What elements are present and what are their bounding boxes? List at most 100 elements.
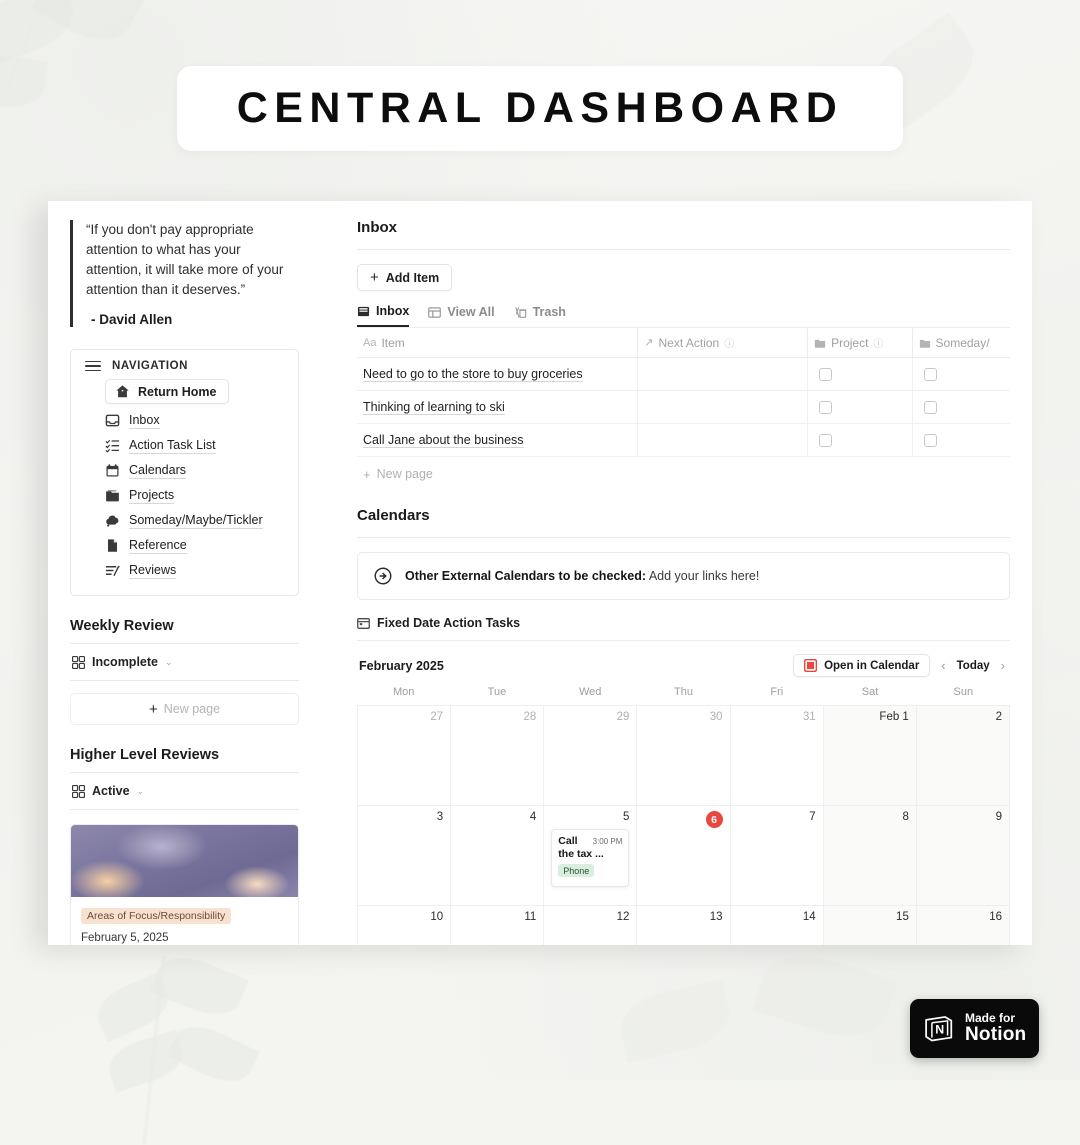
item-title: Need to go to the store to buy groceries <box>363 367 583 382</box>
column-header-project[interactable]: Project ⓘ <box>807 327 913 358</box>
higher-level-reviews-view-label: Active <box>92 784 130 798</box>
return-home-button[interactable]: Return Home <box>105 379 230 404</box>
cell-item[interactable]: Call Jane about the business <box>357 423 639 457</box>
sidebar-item-label: Action Task List <box>129 437 216 454</box>
table-new-page-button[interactable]: + New page <box>357 457 1010 491</box>
table-row[interactable]: Call Jane about the business <box>357 423 1010 457</box>
plus-icon: + <box>363 466 371 482</box>
calendar-icon <box>357 617 370 629</box>
calendar-day-cell[interactable]: 8 <box>823 806 917 906</box>
chevron-down-icon: ⌄ <box>165 656 173 667</box>
external-calendars-callout[interactable]: Other External Calendars to be checked: … <box>357 552 1010 600</box>
calendar-day-cell[interactable]: 28 <box>451 706 545 806</box>
cell-project[interactable] <box>807 390 913 424</box>
callout-text: Other External Calendars to be checked: … <box>405 569 759 583</box>
table-row[interactable]: Need to go to the store to buy groceries <box>357 357 1010 391</box>
higher-level-reviews-view-selector[interactable]: Active ⌄ <box>70 773 299 810</box>
chevron-down-icon: ⌄ <box>136 785 145 796</box>
next-month-button[interactable]: › <box>998 658 1008 673</box>
tab-view-all[interactable]: View All <box>428 304 495 327</box>
weekday-label: Fri <box>770 686 784 698</box>
sidebar-item-someday-maybe-tickler[interactable]: Someday/Maybe/Tickler <box>105 508 286 533</box>
sidebar-item-reviews[interactable]: Reviews <box>105 558 286 583</box>
someday-checkbox[interactable] <box>923 367 937 381</box>
arrow-right-circle-icon <box>374 567 392 585</box>
cell-item[interactable]: Thinking of learning to ski <box>357 390 639 424</box>
tab-inbox[interactable]: Inbox <box>357 304 410 327</box>
calendar-event[interactable]: Call 3:00 PM the tax ... Phone <box>551 829 630 887</box>
svg-text:N: N <box>935 1022 944 1036</box>
title-banner: CENTRAL DASHBOARD <box>177 66 903 151</box>
cell-next-action[interactable] <box>637 357 809 391</box>
calendar-day-cell[interactable]: 9 <box>916 806 1010 906</box>
calendar-day-cell[interactable]: 13 <box>637 906 731 945</box>
add-item-button[interactable]: + Add Item <box>357 264 453 291</box>
column-header-someday[interactable]: Someday/ <box>912 327 1010 358</box>
cell-project[interactable] <box>807 423 913 457</box>
calendar-day-cell[interactable]: 27 <box>358 706 452 806</box>
calendar-day-cell[interactable]: 4 <box>451 806 545 906</box>
column-header-item[interactable]: Aa Item <box>357 327 639 358</box>
sidebar-item-projects[interactable]: Projects <box>105 483 286 508</box>
project-checkbox[interactable] <box>819 433 833 447</box>
sidebar-item-inbox[interactable]: Inbox <box>105 408 286 433</box>
fixed-date-action-tasks-link[interactable]: Fixed Date Action Tasks <box>357 616 1010 630</box>
sidebar-item-label: Reviews <box>129 562 177 579</box>
cloud-icon <box>106 515 119 527</box>
card-date: February 5, 2025 <box>81 932 169 944</box>
cell-item[interactable]: Need to go to the store to buy groceries <box>357 357 639 391</box>
table-header-row: Aa Item ↗ Next Action ⓘ Project ⓘ Someday/ <box>357 327 1010 358</box>
someday-checkbox[interactable] <box>923 433 937 447</box>
calendar-day-cell[interactable]: 2 <box>916 706 1010 806</box>
review-card[interactable]: Areas of Focus/Responsibility February 5… <box>70 824 299 945</box>
weekday-label: Thu <box>674 686 693 698</box>
calendar-day-cell[interactable]: 16 <box>916 906 1010 945</box>
item-title: Call Jane about the business <box>363 433 524 448</box>
someday-checkbox[interactable] <box>923 400 937 414</box>
cell-next-action[interactable] <box>637 390 809 424</box>
project-checkbox[interactable] <box>819 367 833 381</box>
calendar-day-cell[interactable]: 15 <box>823 906 917 945</box>
calendar-day-cell[interactable]: Feb 1 <box>823 706 917 806</box>
calendar-day-cell[interactable]: 5 Call 3:00 PM the tax ... Phone <box>544 806 638 906</box>
table-row[interactable]: Thinking of learning to ski <box>357 390 1010 424</box>
column-header-next-action[interactable]: ↗ Next Action ⓘ <box>637 327 809 358</box>
calendar-day-cell[interactable]: 3 <box>358 806 452 906</box>
quote-block: “If you don't pay appropriate attention … <box>70 220 299 327</box>
calendar-day-cell[interactable]: 10 <box>358 906 452 945</box>
calendar-day-cell[interactable]: 14 <box>731 906 824 945</box>
cell-project[interactable] <box>807 357 913 391</box>
weekly-review-title: Weekly Review <box>70 618 174 634</box>
open-in-calendar-button[interactable]: Open in Calendar <box>793 654 931 677</box>
new-page-label: New page <box>163 702 221 716</box>
calendar-day-number: 7 <box>809 811 816 823</box>
sidebar-item-reference[interactable]: Reference <box>105 533 286 558</box>
tab-label: Inbox <box>376 304 410 318</box>
plus-icon: + <box>370 269 379 286</box>
info-icon: ⓘ <box>724 339 735 350</box>
weekly-review-view-selector[interactable]: Incomplete ⌄ <box>70 644 299 681</box>
previous-month-button[interactable]: ‹ <box>938 658 948 673</box>
project-checkbox[interactable] <box>819 400 833 414</box>
weekday-label: Mon <box>392 686 415 698</box>
cell-next-action[interactable] <box>637 423 809 457</box>
weekly-review-new-page-button[interactable]: + New page <box>70 693 299 725</box>
weekday-label: Sun <box>953 686 974 698</box>
main-content: Inbox + Add Item Inbox View All Trash Aa… <box>321 201 1032 945</box>
cell-someday[interactable] <box>912 390 1010 424</box>
calendar-day-cell[interactable]: 11 <box>451 906 545 945</box>
sidebar-item-action-task-list[interactable]: Action Task List <box>105 433 286 458</box>
text-type-icon: Aa <box>363 336 377 349</box>
calendar-day-cell[interactable]: 12 <box>544 906 638 945</box>
today-button[interactable]: Today <box>957 660 990 672</box>
cell-someday[interactable] <box>912 357 1010 391</box>
calendar-day-cell[interactable]: 29 <box>544 706 638 806</box>
tab-trash[interactable]: Trash <box>514 304 566 327</box>
calendar-day-cell[interactable]: 6 <box>637 806 731 906</box>
navigation-panel: NAVIGATION Return Home Inbox Action Task… <box>70 349 299 596</box>
sidebar-item-calendars[interactable]: Calendars <box>105 458 286 483</box>
calendar-day-cell[interactable]: 7 <box>730 806 824 906</box>
cell-someday[interactable] <box>912 423 1010 457</box>
calendar-day-cell[interactable]: 30 <box>637 706 731 806</box>
calendar-day-cell[interactable]: 31 <box>730 706 824 806</box>
